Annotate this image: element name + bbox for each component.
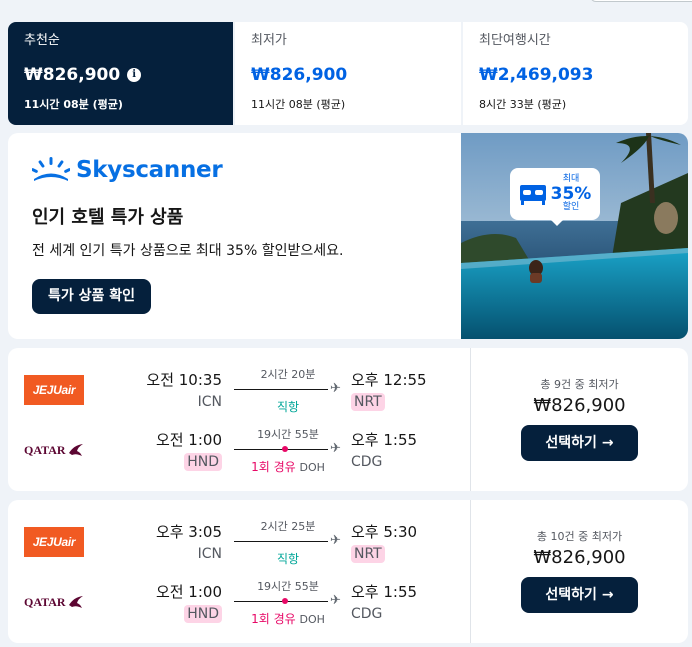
stops-label: 직항 xyxy=(276,400,300,414)
flight-leg-outbound: JEJUair 오전 10:35 ICN 2시간 20분 ✈ 직항 오후 12:… xyxy=(8,366,470,426)
oryx-icon xyxy=(68,444,83,456)
arrive-airport: CDG xyxy=(351,606,383,622)
sort-tab-price: ₩826,900 xyxy=(251,65,348,85)
sort-tab-price: ₩826,900 i xyxy=(24,64,217,86)
price-panel: 총 10건 중 최저가 ₩826,900 선택하기 → xyxy=(471,500,688,643)
plane-icon: ✈ xyxy=(330,441,341,456)
flight-leg-return: QATAR 오전 1:00 HND 19시간 55분 ✈ 1회 경유 DOH 오… xyxy=(8,578,470,638)
flight-price: ₩826,900 xyxy=(533,547,626,568)
arrive-time: 오후 1:55 xyxy=(351,583,418,601)
airport-highlight: NRT xyxy=(351,393,385,411)
oryx-icon xyxy=(68,596,83,608)
route-line: 2시간 25분 ✈ 직항 xyxy=(234,518,342,578)
skyscanner-sunrise-logo xyxy=(32,157,70,181)
arrive-airport: NRT xyxy=(351,545,385,563)
depart-airport: ICN xyxy=(197,546,222,562)
skyscanner-logo: Skyscanner xyxy=(32,157,223,183)
discount-badge: 최대 35% 할인 xyxy=(510,168,600,226)
plane-icon: ✈ xyxy=(330,593,341,608)
jejuair-logo: JEJUair xyxy=(24,527,84,557)
stops-label: 1회 경유 DOH xyxy=(251,612,325,626)
deals-count: 총 10건 중 최저가 xyxy=(536,530,623,543)
flight-leg-return: QATAR 오전 1:00 HND 19시간 55분 ✈ 1회 경유 DOH 오… xyxy=(8,426,470,486)
info-icon[interactable]: i xyxy=(127,68,142,82)
route-divider xyxy=(234,541,328,542)
ad-subtitle: 전 세계 인기 특가 상품으로 최대 35% 할인받으세요. xyxy=(32,243,344,259)
airport-highlight: HND xyxy=(184,453,222,471)
route-divider xyxy=(234,389,328,390)
ad-title: 인기 호텔 특가 상품 xyxy=(32,207,184,228)
arrive-time: 오후 1:55 xyxy=(351,431,418,449)
view-deals-button[interactable]: 특가 상품 확인 xyxy=(32,279,152,314)
airport-highlight: HND xyxy=(184,605,222,623)
qatar-airways-logo: QATAR xyxy=(24,435,84,465)
discount-text: 최대 35% 할인 xyxy=(550,173,592,213)
arrow-right-icon: → xyxy=(601,587,614,603)
arrive-airport: NRT xyxy=(351,393,385,411)
flight-duration: 2시간 25분 xyxy=(260,520,316,533)
depart-time: 오전 10:35 xyxy=(146,371,222,389)
sort-tab-price: ₩2,469,093 xyxy=(479,65,594,85)
sort-tab-cheapest[interactable]: 최저가 ₩826,900 11시간 08분 (평균) xyxy=(235,22,461,125)
qatar-airways-logo: QATAR xyxy=(24,587,84,617)
route-line: 19시간 55분 ✈ 1회 경유 DOH xyxy=(234,426,342,486)
route-divider xyxy=(234,601,328,602)
stops-label: 1회 경유 DOH xyxy=(251,460,325,474)
arrive-time: 오후 12:55 xyxy=(351,371,427,389)
airport-highlight: NRT xyxy=(351,545,385,563)
flight-duration: 2시간 20분 xyxy=(260,368,316,381)
sort-tab-label: 최단여행시간 xyxy=(479,33,551,48)
sort-tab-label: 추천순 xyxy=(24,33,60,48)
stop-dot-icon xyxy=(282,598,288,604)
select-button[interactable]: 선택하기 → xyxy=(521,425,638,461)
flight-leg-outbound: JEJUair 오후 3:05 ICN 2시간 25분 ✈ 직항 오후 5:30… xyxy=(8,518,470,578)
sort-tab-best[interactable]: 추천순 ₩826,900 i 11시간 08분 (평균) xyxy=(8,22,233,125)
flight-duration: 19시간 55분 xyxy=(257,428,319,441)
arrive-time: 오후 5:30 xyxy=(351,523,418,541)
plane-icon: ✈ xyxy=(330,533,341,548)
sort-tabs: 추천순 ₩826,900 i 11시간 08분 (평균) 최저가 ₩826,90… xyxy=(8,22,688,125)
sort-tab-duration: 11시간 08분 (평균) xyxy=(24,98,123,111)
brand-name: Skyscanner xyxy=(76,157,223,183)
flight-price: ₩826,900 xyxy=(533,395,626,416)
sort-tab-label: 최저가 xyxy=(251,33,287,48)
infinity-pool-photo xyxy=(461,133,688,339)
stop-dot-icon xyxy=(282,446,288,452)
depart-time: 오전 1:00 xyxy=(155,583,222,601)
flight-duration: 19시간 55분 xyxy=(257,580,319,593)
sort-tab-duration: 8시간 33분 (평균) xyxy=(479,98,567,111)
arrow-right-icon: → xyxy=(601,435,614,451)
select-button[interactable]: 선택하기 → xyxy=(521,577,638,613)
route-divider xyxy=(234,449,328,450)
flight-card[interactable]: JEJUair 오후 3:05 ICN 2시간 25분 ✈ 직항 오후 5:30… xyxy=(8,500,688,643)
deals-count: 총 9건 중 최저가 xyxy=(540,378,619,391)
route-line: 19시간 55분 ✈ 1회 경유 DOH xyxy=(234,578,342,638)
sort-tab-fastest[interactable]: 최단여행시간 ₩2,469,093 8시간 33분 (평균) xyxy=(463,22,688,125)
sort-tab-duration: 11시간 08분 (평균) xyxy=(251,98,346,111)
depart-airport: HND xyxy=(184,453,222,471)
top-dropdown-edge[interactable] xyxy=(590,0,692,2)
bed-icon xyxy=(519,185,546,205)
depart-time: 오후 3:05 xyxy=(155,523,222,541)
route-line: 2시간 20분 ✈ 직항 xyxy=(234,366,342,426)
depart-airport: HND xyxy=(184,605,222,623)
stops-label: 직항 xyxy=(276,552,300,566)
depart-airport: ICN xyxy=(197,394,222,410)
depart-time: 오전 1:00 xyxy=(155,431,222,449)
flight-card[interactable]: JEJUair 오전 10:35 ICN 2시간 20분 ✈ 직항 오후 12:… xyxy=(8,348,688,491)
plane-icon: ✈ xyxy=(330,381,341,396)
jejuair-logo: JEJUair xyxy=(24,375,84,405)
hotel-deals-ad[interactable]: Skyscanner 인기 호텔 특가 상품 전 세계 인기 특가 상품으로 최… xyxy=(8,133,688,339)
arrive-airport: CDG xyxy=(351,454,383,470)
price-panel: 총 9건 중 최저가 ₩826,900 선택하기 → xyxy=(471,348,688,491)
